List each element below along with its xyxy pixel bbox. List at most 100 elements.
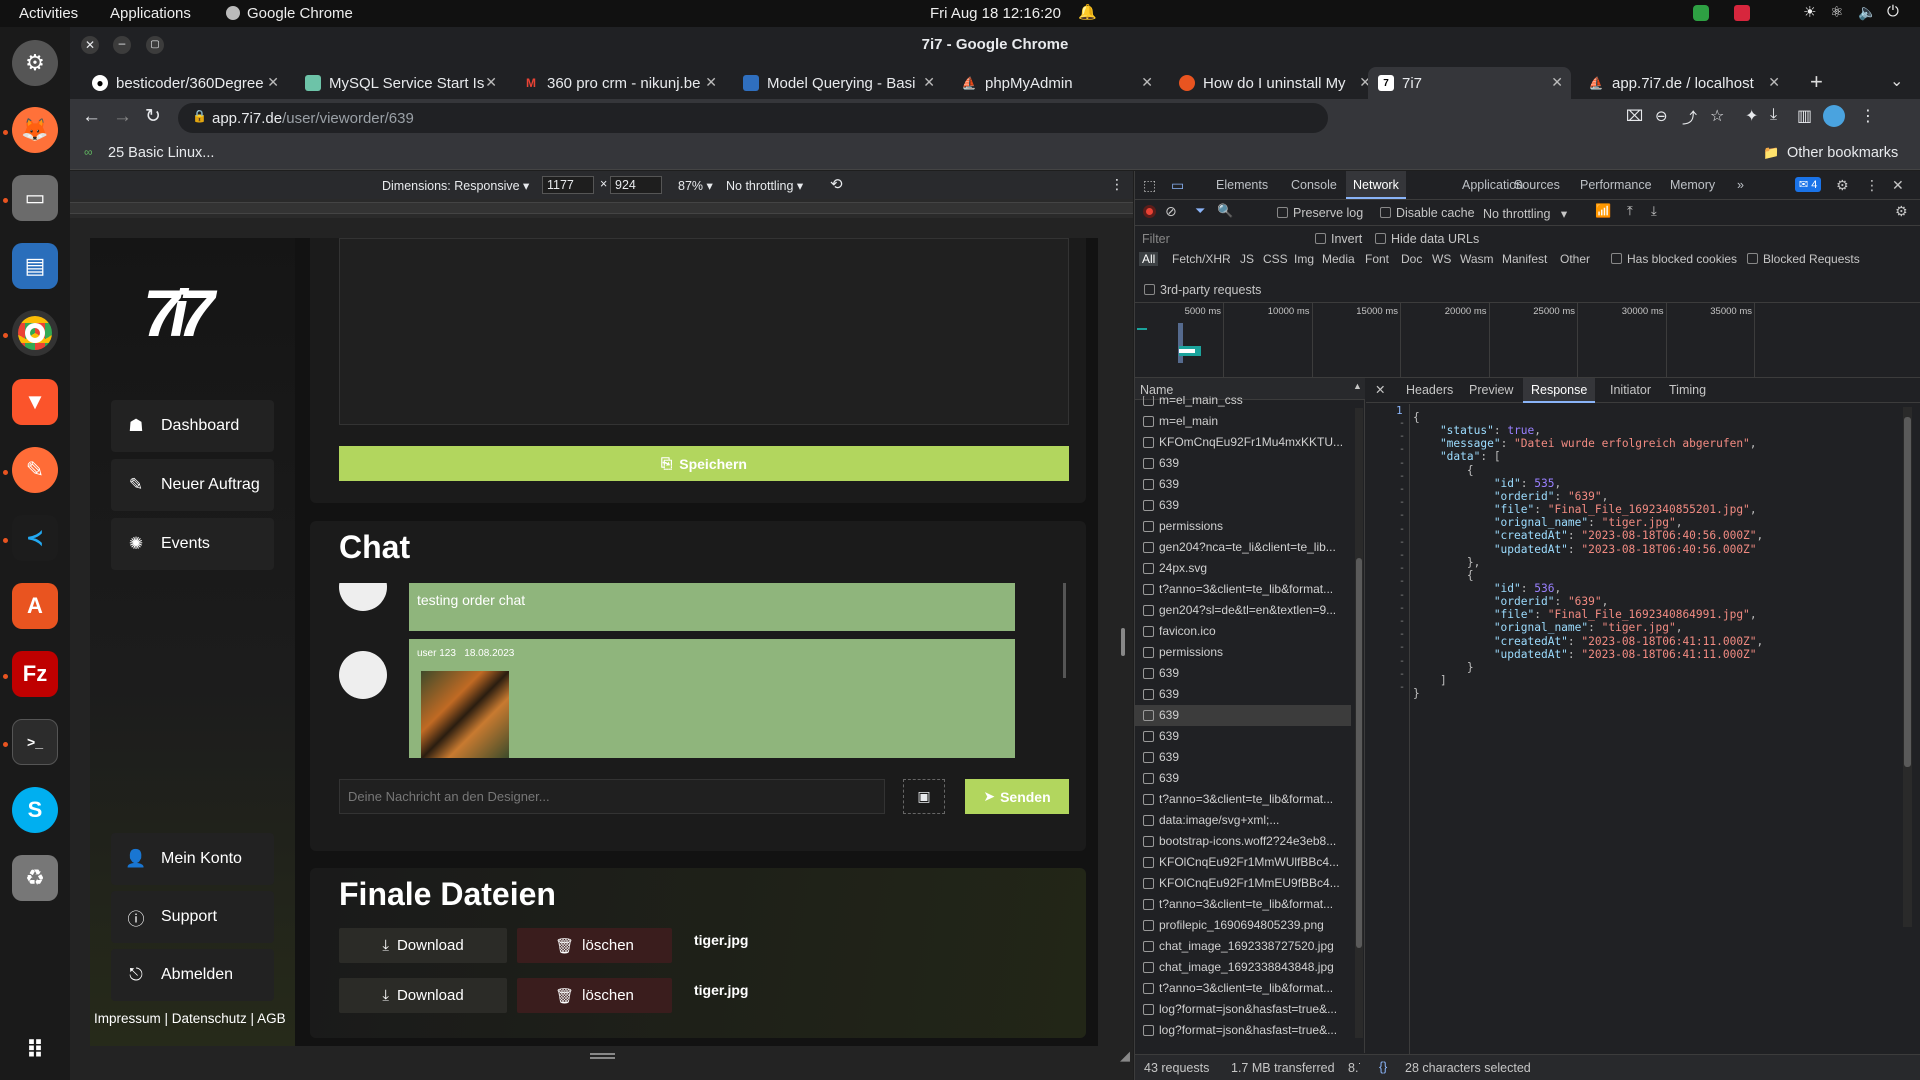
request-row[interactable]: KFOlCnqEu92Fr1MmEU9fBBc4... xyxy=(1135,873,1351,894)
type-other[interactable]: Other xyxy=(1560,252,1590,266)
zoom-icon[interactable]: ⊖ xyxy=(1655,107,1668,125)
tab-phpmyadmin[interactable]: ⛵ phpMyAdmin ✕ xyxy=(951,67,1161,99)
activities-button[interactable]: Activities xyxy=(19,5,78,22)
other-bookmarks[interactable]: Other bookmarks xyxy=(1787,145,1898,161)
request-row[interactable]: favicon.ico xyxy=(1135,621,1351,642)
clock[interactable]: Fri Aug 18 12:16:20 xyxy=(930,5,1061,22)
third-party-checkbox[interactable]: 3rd-party requests xyxy=(1144,283,1261,297)
request-row[interactable]: m=el_main xyxy=(1135,411,1351,432)
site-logo[interactable]: 7i7 xyxy=(143,278,215,348)
request-row[interactable]: permissions xyxy=(1135,642,1351,663)
tab-memory[interactable]: Memory xyxy=(1670,171,1715,199)
file-name[interactable]: tiger.jpg xyxy=(694,932,748,948)
nav-logout[interactable]: ⎋ Abmelden xyxy=(111,949,274,1001)
files-icon[interactable]: ▭ xyxy=(12,175,58,221)
export-har-icon[interactable]: ⤓ xyxy=(1651,203,1657,219)
filter-icon[interactable]: ⏷ xyxy=(1195,203,1205,219)
bookmark-star-icon[interactable]: ☆ xyxy=(1710,106,1724,126)
request-row[interactable]: profilepic_1690694805239.png xyxy=(1135,915,1351,936)
detail-tab-headers[interactable]: Headers xyxy=(1406,383,1453,397)
settings-icon[interactable]: ⚙ xyxy=(12,40,58,86)
close-tab-icon[interactable]: ✕ xyxy=(1768,74,1780,91)
description-textarea[interactable] xyxy=(339,238,1069,425)
tab-mysql[interactable]: MySQL Service Start Is ✕ xyxy=(295,67,505,99)
detail-tab-initiator[interactable]: Initiator xyxy=(1610,383,1651,397)
writer-icon[interactable]: ▤ xyxy=(12,243,58,289)
request-row[interactable]: t?anno=3&client=te_lib&format... xyxy=(1135,789,1351,810)
request-row[interactable]: 639 xyxy=(1135,684,1351,705)
send-button[interactable]: ➤ Senden xyxy=(965,779,1069,814)
tab-askubuntu[interactable]: How do I uninstall My ✕ xyxy=(1169,67,1379,99)
network-icon[interactable]: ⚛ xyxy=(1830,3,1843,21)
chat-messages[interactable]: testing order chat user 123 18.08.2023 xyxy=(310,583,1086,758)
type-ws[interactable]: WS xyxy=(1432,252,1451,266)
search-icon[interactable]: 🔍 xyxy=(1217,203,1233,219)
request-row[interactable]: chat_image_1692338843848.jpg xyxy=(1135,957,1351,978)
request-row[interactable]: data:image/svg+xml;... xyxy=(1135,810,1351,831)
pretty-print-icon[interactable]: {} xyxy=(1379,1060,1387,1074)
type-css[interactable]: CSS xyxy=(1263,252,1288,266)
throttle-dropdown[interactable]: No throttling ▾ xyxy=(726,178,803,193)
clear-icon[interactable]: ⊘ xyxy=(1165,203,1177,220)
request-row[interactable]: t?anno=3&client=te_lib&format... xyxy=(1135,579,1351,600)
issues-badge[interactable]: ✉ 4 xyxy=(1795,177,1822,192)
image-upload-icon[interactable]: ▣ xyxy=(903,779,945,814)
delete-button[interactable]: 🗑 löschen xyxy=(517,928,672,963)
invert-checkbox[interactable]: Invert xyxy=(1315,232,1362,246)
device-toggle-icon[interactable]: ▭ xyxy=(1171,177,1184,194)
type-fetch-xhr[interactable]: Fetch/XHR xyxy=(1172,252,1231,266)
preserve-log-checkbox[interactable]: Preserve log xyxy=(1277,206,1363,220)
trash-icon[interactable]: ♻ xyxy=(12,855,58,901)
tab-network[interactable]: Network xyxy=(1346,171,1406,199)
request-row[interactable]: t?anno=3&client=te_lib&format... xyxy=(1135,978,1351,999)
chat-scrollbar[interactable] xyxy=(1063,583,1066,678)
request-row[interactable]: permissions xyxy=(1135,516,1351,537)
request-row[interactable]: 639 xyxy=(1135,726,1351,747)
save-button[interactable]: ⎘ Speichern xyxy=(339,446,1069,481)
side-panel-icon[interactable]: ▥ xyxy=(1797,106,1812,126)
side-resize-handle[interactable] xyxy=(1121,628,1125,656)
request-row[interactable]: 639 xyxy=(1135,663,1351,684)
filezilla-icon[interactable]: Fz xyxy=(12,651,58,697)
applications-menu[interactable]: Applications xyxy=(110,5,191,22)
skype-icon[interactable]: S xyxy=(12,787,58,833)
chat-message-input[interactable]: Deine Nachricht an den Designer... xyxy=(339,779,885,814)
back-icon[interactable]: ← xyxy=(82,106,101,128)
type-font[interactable]: Font xyxy=(1365,252,1389,266)
request-row[interactable]: 639 xyxy=(1135,453,1351,474)
request-list-scrollbar[interactable] xyxy=(1355,408,1363,1038)
close-tab-icon[interactable]: ✕ xyxy=(1141,74,1153,91)
request-row[interactable]: chat_image_1692338727520.jpg xyxy=(1135,936,1351,957)
request-row[interactable]: KFOlCnqEu92Fr1MmWUlfBBc4... xyxy=(1135,852,1351,873)
request-row[interactable]: 639 xyxy=(1135,768,1351,789)
download-button[interactable]: ⤓ Download xyxy=(339,978,507,1013)
response-scroll-thumb[interactable] xyxy=(1904,417,1911,767)
nav-support[interactable]: ⓘ Support xyxy=(111,891,274,943)
type-manifest[interactable]: Manifest xyxy=(1502,252,1547,266)
viewport-resize-handle[interactable] xyxy=(590,1053,615,1059)
blocked-requests-checkbox[interactable]: Blocked Requests xyxy=(1747,252,1860,266)
filter-input[interactable]: Filter xyxy=(1142,232,1302,246)
close-tab-icon[interactable]: ✕ xyxy=(1551,74,1563,91)
nav-events[interactable]: ✺ Events xyxy=(111,518,274,570)
response-scrollbar[interactable] xyxy=(1903,407,1912,927)
tab-elements[interactable]: Elements xyxy=(1216,171,1268,199)
nav-new-order[interactable]: ✎ Neuer Auftrag xyxy=(111,459,274,511)
response-json[interactable]: { "status": true, "message": "Datei wurd… xyxy=(1413,411,1893,711)
tab-sources[interactable]: Sources xyxy=(1514,171,1560,199)
app-center-icon[interactable]: A xyxy=(12,583,58,629)
nav-dashboard[interactable]: ☗ Dashboard xyxy=(111,400,274,452)
height-input[interactable]: 924 xyxy=(610,176,662,194)
extensions-icon[interactable]: ✦ xyxy=(1745,106,1758,126)
request-row[interactable]: gen204?sl=de&tl=en&textlen=9... xyxy=(1135,600,1351,621)
tab-gmail[interactable]: M 360 pro crm - nikunj.be ✕ xyxy=(513,67,725,99)
request-row[interactable]: 24px.svg xyxy=(1135,558,1351,579)
more-tabs-icon[interactable]: » xyxy=(1737,171,1744,199)
type-js[interactable]: JS xyxy=(1240,252,1254,266)
tray-app-icon[interactable] xyxy=(1734,5,1750,21)
request-row[interactable]: bootstrap-icons.woff2?24e3eb8... xyxy=(1135,831,1351,852)
close-detail-icon[interactable]: ✕ xyxy=(1375,382,1385,397)
chat-image-tiger[interactable] xyxy=(421,671,509,758)
status-check-icon[interactable] xyxy=(1693,5,1709,21)
network-throttle-dropdown[interactable]: No throttling ▾ xyxy=(1483,206,1567,221)
